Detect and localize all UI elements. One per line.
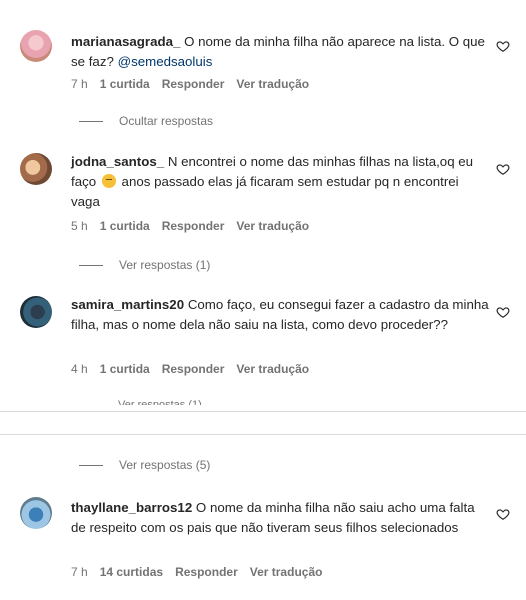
view-replies-label: Ver respostas (5) (119, 458, 211, 472)
likes-count[interactable]: 14 curtidas (100, 565, 163, 579)
reply-button[interactable]: Responder (162, 77, 225, 91)
translate-button[interactable]: Ver tradução (250, 565, 323, 579)
comment-time: 5 h (71, 219, 88, 233)
heart-icon[interactable] (496, 305, 510, 319)
translate-button[interactable]: Ver tradução (236, 219, 309, 233)
avatar[interactable] (20, 497, 52, 529)
comment-username[interactable]: thayllane_barros12 (71, 500, 192, 515)
translate-button[interactable]: Ver tradução (236, 362, 309, 376)
comment-username[interactable]: samira_martins20 (71, 297, 184, 312)
view-replies-button[interactable]: Ver respostas (5) (79, 458, 210, 472)
likes-count[interactable]: 1 curtida (100, 219, 150, 233)
comment-meta: 5 h 1 curtida Responder Ver tradução (71, 219, 309, 233)
heart-icon[interactable] (496, 39, 510, 53)
heart-icon[interactable] (496, 507, 510, 521)
view-replies-cut-label: Ver respostas (1) (118, 399, 202, 405)
comment-meta: 4 h 1 curtida Responder Ver tradução (71, 362, 309, 376)
translate-button[interactable]: Ver tradução (236, 77, 309, 91)
reply-button[interactable]: Responder (162, 219, 225, 233)
divider (0, 411, 526, 412)
avatar[interactable] (20, 153, 52, 185)
likes-count[interactable]: 1 curtida (100, 362, 150, 376)
comment-body: jodna_santos_ N encontrei o nome das min… (71, 152, 491, 212)
likes-count[interactable]: 1 curtida (100, 77, 150, 91)
thread-line (79, 120, 103, 122)
comment-body: thayllane_barros12 O nome da minha filha… (71, 498, 491, 538)
comment-time: 7 h (71, 77, 88, 91)
comment-body: marianasagrada_ O nome da minha filha nã… (71, 32, 491, 72)
heart-icon[interactable] (496, 162, 510, 176)
thread-line (79, 264, 103, 266)
mention-link[interactable]: @semedsaoluis (118, 54, 213, 69)
comment-meta: 7 h 14 curtidas Responder Ver tradução (71, 565, 322, 579)
avatar[interactable] (20, 30, 52, 62)
hide-replies-label: Ocultar respostas (119, 114, 214, 128)
hide-replies-button[interactable]: Ocultar respostas (79, 114, 213, 128)
divider (0, 434, 526, 435)
view-replies-label: Ver respostas (1) (119, 258, 211, 272)
comment-time: 7 h (71, 565, 88, 579)
comment-time: 4 h (71, 362, 88, 376)
avatar[interactable] (20, 296, 52, 328)
reply-button[interactable]: Responder (175, 565, 238, 579)
thread-line (79, 464, 103, 466)
comment-username[interactable]: jodna_santos_ (71, 154, 164, 169)
comment-meta: 7 h 1 curtida Responder Ver tradução (71, 77, 309, 91)
view-replies-button[interactable]: Ver respostas (1) (79, 258, 210, 272)
comment-body: samira_martins20 Como faço, eu consegui … (71, 295, 491, 335)
reply-button[interactable]: Responder (162, 362, 225, 376)
sad-face-emoji-icon (101, 174, 116, 188)
comment-username[interactable]: marianasagrada_ (71, 34, 180, 49)
comment-text-cont: anos passado elas já ficaram sem estudar… (71, 174, 459, 209)
